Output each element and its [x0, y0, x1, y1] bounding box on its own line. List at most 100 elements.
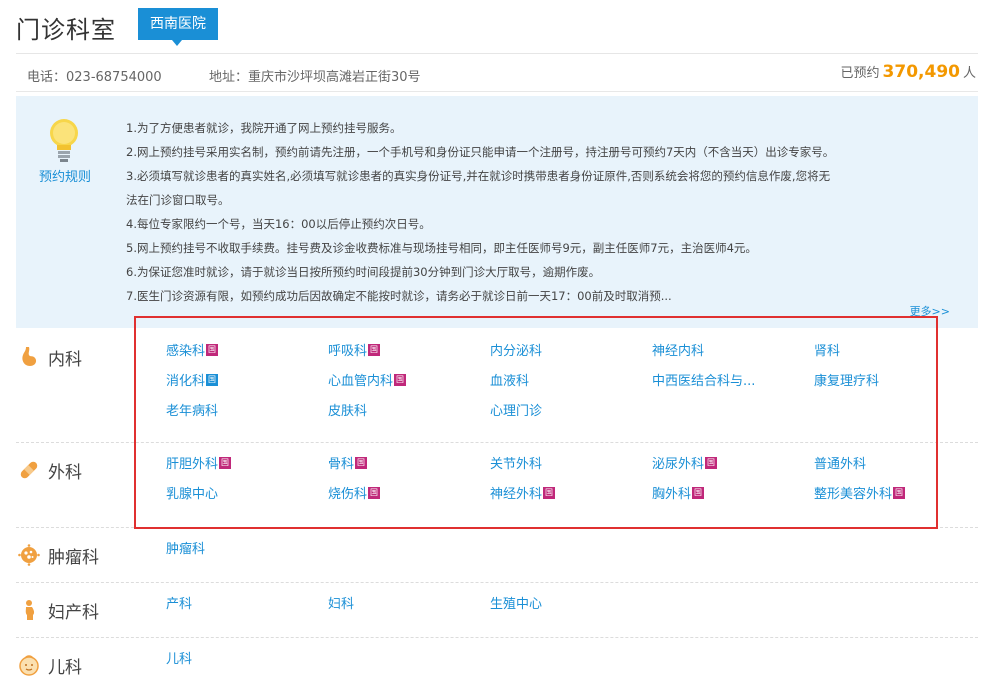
hospital-tag[interactable]: 西南医院: [138, 8, 218, 46]
department-link-label: 泌尿外科: [652, 457, 705, 472]
department-link[interactable]: 胸外科国: [652, 483, 705, 502]
department-link-label: 消化科: [166, 374, 206, 389]
department-link-label: 老年病科: [166, 404, 219, 419]
department-link[interactable]: 感染科国: [166, 340, 219, 359]
department-link[interactable]: 消化科国: [166, 370, 219, 389]
hospital-info-bar: 电话：023-68754000 地址：重庆市沙坪坝高滩岩正街30号 已预约 370…: [16, 56, 978, 92]
department-link[interactable]: 儿科: [166, 648, 192, 667]
booking-count-unit: 人: [962, 66, 976, 81]
department-link-label: 关节外科: [490, 457, 543, 472]
department-link-label: 普通外科: [814, 457, 867, 472]
department-link[interactable]: 泌尿外科国: [652, 453, 718, 472]
department-category-label: 儿科: [48, 657, 82, 678]
department-link-label: 烧伤科: [328, 487, 368, 502]
department-link[interactable]: 神经外科国: [490, 483, 556, 502]
booking-count-value: 370,490: [882, 62, 960, 82]
rule-line: 6.为保证您准时就诊，请于就诊当日按所预约时间段提前30分钟到门诊大厅取号，逾期…: [126, 265, 601, 279]
department-link-label: 生殖中心: [490, 597, 543, 612]
department-link-label: 整形美容外科: [814, 487, 893, 502]
rule-line: 5.网上预约挂号不收取手续费。挂号费及诊金收费标准与现场挂号相同，即主任医师号9…: [126, 241, 757, 255]
pregnant-woman-icon: [16, 597, 42, 623]
department-category: 妇产科: [16, 597, 99, 623]
department-category: 内科: [16, 344, 82, 370]
department-section: 儿科 儿科: [16, 638, 978, 688]
national-badge-icon: 国: [368, 486, 381, 499]
department-link-label: 神经内科: [652, 344, 705, 359]
department-section: 内科 感染科国呼吸科国内分泌科 神经内科 肾科 消化科国心血管内科国血液科 中西医结合科与…: [16, 330, 978, 443]
rule-line: 法在门诊窗口取号。: [126, 193, 230, 207]
department-link-label: 肿瘤科: [166, 542, 206, 557]
department-link[interactable]: 皮肤科: [328, 400, 367, 419]
department-section: 妇产科 产科 妇科 生殖中心: [16, 583, 978, 638]
department-category: 外科: [16, 457, 82, 483]
child-face-icon: [16, 652, 42, 678]
bandage-icon: [16, 457, 42, 483]
department-link[interactable]: 中西医结合科与...: [652, 370, 755, 389]
department-link[interactable]: 乳腺中心: [166, 483, 218, 502]
booking-count-label: 已预约: [840, 66, 880, 81]
department-link[interactable]: 骨科国: [328, 453, 368, 472]
department-link-label: 心理门诊: [490, 404, 543, 419]
booking-rules-panel: 预约规则 1.为了方便患者就诊，我院开通了网上预约挂号服务。 2.网上预约挂号采…: [16, 96, 978, 328]
department-link[interactable]: 整形美容外科国: [814, 483, 906, 502]
department-link[interactable]: 心血管内科国: [328, 370, 407, 389]
department-link[interactable]: 产科: [166, 593, 192, 612]
department-link-label: 肾科: [814, 344, 841, 359]
department-link[interactable]: 呼吸科国: [328, 340, 381, 359]
department-link-label: 妇科: [328, 597, 355, 612]
department-link[interactable]: 血液科: [490, 370, 529, 389]
department-link[interactable]: 康复理疗科: [814, 370, 879, 389]
department-link[interactable]: 肝胆外科国: [166, 453, 232, 472]
national-badge-icon: 国: [394, 373, 407, 386]
national-badge-icon: 国: [355, 456, 368, 469]
department-category-label: 外科: [48, 462, 82, 483]
national-badge-icon: 国: [893, 486, 906, 499]
department-category-label: 肿瘤科: [48, 547, 99, 568]
department-link-label: 呼吸科: [328, 344, 368, 359]
department-section: 肿瘤科 肿瘤科: [16, 528, 978, 583]
department-link[interactable]: 肾科: [814, 340, 840, 359]
department-link-label: 康复理疗科: [814, 374, 880, 389]
page-title: 门诊科室: [16, 16, 116, 44]
more-rules-link[interactable]: 更多>>: [910, 303, 950, 319]
department-link[interactable]: 普通外科: [814, 453, 866, 472]
department-link[interactable]: 生殖中心: [490, 593, 542, 612]
phone-text: 电话：023-68754000: [27, 70, 162, 85]
rule-line: 3.必须填写就诊患者的真实姓名,必须填写就诊患者的真实身份证号,并在就诊时携带患…: [126, 169, 831, 183]
department-link[interactable]: 老年病科: [166, 400, 218, 419]
department-link[interactable]: 关节外科: [490, 453, 542, 472]
department-link-label: 心血管内科: [328, 374, 394, 389]
national-badge-icon: 国: [543, 486, 556, 499]
virus-icon: [16, 542, 42, 568]
department-link[interactable]: 烧伤科国: [328, 483, 381, 502]
booking-count: 已预约 370,490 人: [841, 62, 976, 82]
department-link[interactable]: 心理门诊: [490, 400, 542, 419]
department-link-label: 肝胆外科: [166, 457, 219, 472]
department-link-label: 内分泌科: [490, 344, 543, 359]
department-link[interactable]: 肿瘤科: [166, 538, 205, 557]
address-text: 地址：重庆市沙坪坝高滩岩正街30号: [209, 70, 421, 85]
national-badge-icon: 国: [219, 456, 232, 469]
department-section: 外科 肝胆外科国骨科国关节外科 泌尿外科国普通外科 乳腺中心 烧伤科国神经外科国胸外科国…: [16, 443, 978, 528]
national-badge-icon: 国: [705, 456, 718, 469]
lightbulb-icon: [50, 119, 78, 162]
department-link[interactable]: 神经内科: [652, 340, 704, 359]
department-link[interactable]: 内分泌科: [490, 340, 542, 359]
department-link-label: 儿科: [166, 652, 193, 667]
department-link-label: 皮肤科: [328, 404, 368, 419]
department-link-label: 胸外科: [652, 487, 692, 502]
department-link-label: 感染科: [166, 344, 206, 359]
department-link-label: 神经外科: [490, 487, 543, 502]
national-badge-icon: 国: [368, 343, 381, 356]
rule-line: 7.医生门诊资源有限，如预约成功后因故确定不能按时就诊，请务必于就诊日前一天17…: [126, 289, 672, 303]
national-badge-icon: 国: [692, 486, 705, 499]
rule-line: 1.为了方便患者就诊，我院开通了网上预约挂号服务。: [126, 121, 402, 135]
department-link[interactable]: 妇科: [328, 593, 354, 612]
department-link-label: 中西医结合科与...: [652, 374, 756, 389]
department-category: 肿瘤科: [16, 542, 99, 568]
department-link-label: 乳腺中心: [166, 487, 219, 502]
rule-line: 4.每位专家限约一个号，当天16：00以后停止预约次日号。: [126, 217, 431, 231]
page-header: 门诊科室 西南医院: [16, 8, 978, 54]
national-badge-icon: 国: [206, 373, 219, 386]
national-badge-icon: 国: [206, 343, 219, 356]
